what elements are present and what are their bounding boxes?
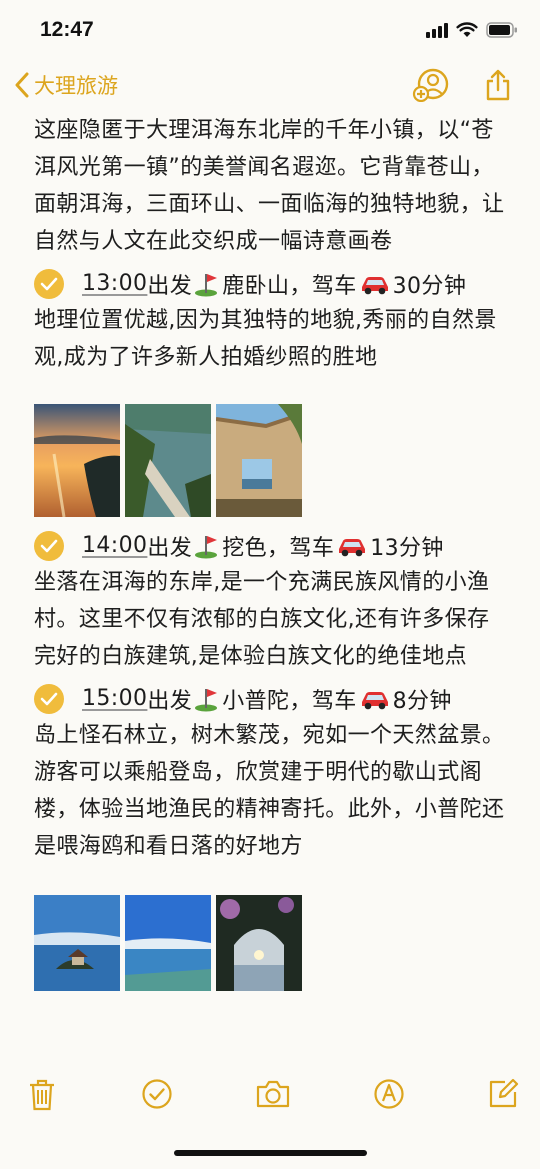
golf-flag-icon [195,273,218,296]
photo-sunset-arch[interactable] [216,895,302,991]
item-duration: 8分钟 [392,688,452,714]
nav-bar: 大理旅游 [0,62,540,112]
compose-icon [489,1078,519,1108]
checklist-item: 13:00 出发 鹿卧山，驾车 30分钟 [34,265,510,302]
trash-icon [30,1079,54,1111]
chevron-left-icon [15,72,29,98]
checklist-item-title: 14:00 出发 挖色，驾车 13分钟 [82,530,444,562]
checklist-item: 14:00 出发 挖色，驾车 13分钟 [34,527,510,564]
car-icon [361,691,388,709]
item-place: 鹿卧山，驾车 [222,273,357,299]
checkmark-icon[interactable] [34,530,64,561]
checklist-item: 15:00 出发 小普陀，驾车 8分钟 [34,680,510,717]
item-time: 14:00 [82,533,148,558]
photo-row [34,404,510,517]
car-icon [361,276,388,294]
notes-screen: 12:47 大理旅游 这座隐匿于大理洱海东北岸的千年小镇，以“苍洱风光第一镇”的… [0,0,540,1169]
share-icon [486,69,510,101]
item-duration: 13分钟 [370,535,444,561]
camera-button[interactable] [255,1078,291,1114]
add-person-icon [412,68,449,103]
photo-row [34,895,510,991]
cellular-signal-icon [426,22,448,38]
bottom-toolbar [0,1070,540,1130]
item-depart: 出发 [147,273,193,299]
add-people-button[interactable] [412,68,450,106]
checklist-item-title: 13:00 出发 鹿卧山，驾车 30分钟 [82,268,466,300]
item-duration: 30分钟 [392,273,467,299]
item-place: 挖色，驾车 [222,535,335,561]
golf-flag-icon [195,688,218,711]
markup-icon [374,1079,404,1109]
status-time: 12:47 [40,18,94,41]
back-label: 大理旅游 [34,74,118,98]
photo-island-pavilion[interactable] [34,895,120,991]
checklist-button[interactable] [141,1078,173,1114]
battery-icon [486,22,517,38]
checkmark-icon[interactable] [34,683,64,714]
photo-lake-cliff[interactable] [125,404,211,517]
delete-button[interactable] [28,1078,56,1116]
camera-icon [256,1080,290,1108]
checkmark-icon[interactable] [34,268,64,299]
item-time: 13:00 [82,271,148,296]
compose-button[interactable] [487,1078,519,1114]
item-description: 坐落在洱海的东岸,是一个充满民族风情的小渔村。这里不仅有浓郁的白族文化,还有许多… [34,570,490,669]
status-icons [426,22,518,38]
back-button[interactable]: 大理旅游 [14,70,118,100]
car-icon [339,538,366,556]
intro-paragraph: 这座隐匿于大理洱海东北岸的千年小镇，以“苍洱风光第一镇”的美誉闻名遐迩。它背靠苍… [34,118,505,254]
status-bar: 12:47 [0,0,540,62]
wifi-icon [456,22,478,37]
home-indicator[interactable] [174,1150,367,1156]
photo-sunset-lake[interactable] [34,404,120,517]
item-time: 15:00 [82,686,148,711]
item-place: 小普陀，驾车 [222,688,357,714]
item-description: 岛上怪石林立，树木繁茂，宛如一个天然盆景。游客可以乘船登岛，欣赏建于明代的歇山式… [34,723,505,859]
photo-ruin-window[interactable] [216,404,302,517]
checklist-icon [142,1079,172,1109]
photo-blue-lake[interactable] [125,895,211,991]
checklist-item-title: 15:00 出发 小普陀，驾车 8分钟 [82,683,452,715]
item-depart: 出发 [147,688,193,714]
golf-flag-icon [195,535,218,558]
item-description: 地理位置优越,因为其独特的地貌,秀丽的自然景观,成为了许多新人拍婚纱照的胜地 [34,308,497,370]
markup-button[interactable] [373,1078,405,1114]
share-button[interactable] [484,68,512,106]
note-body[interactable]: 这座隐匿于大理洱海东北岸的千年小镇，以“苍洱风光第一镇”的美誉闻名遐迩。它背靠苍… [34,112,510,1062]
item-depart: 出发 [147,535,193,561]
